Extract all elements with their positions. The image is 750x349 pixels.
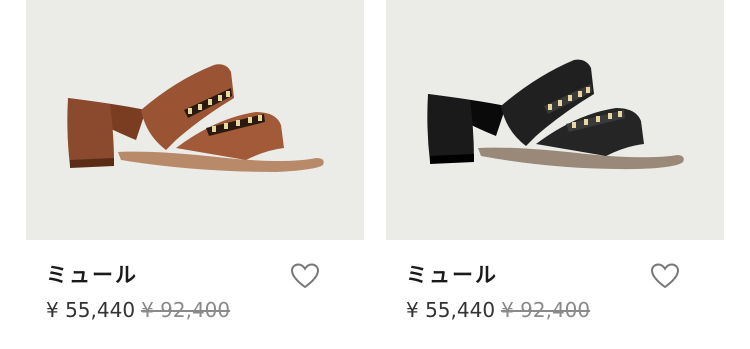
mule-sandal-image <box>427 59 684 170</box>
product-card[interactable]: ミュール ¥ 55,440 ¥ 92,400 <box>26 0 364 349</box>
mule-sandal-image <box>67 64 324 172</box>
heart-outline-icon[interactable] <box>650 262 680 290</box>
sale-price: ¥ 55,440 <box>406 298 496 322</box>
heart-outline-icon[interactable] <box>290 262 320 290</box>
original-price: ¥ 92,400 <box>141 298 231 322</box>
sale-price: ¥ 55,440 <box>46 298 136 322</box>
price-row: ¥ 55,440 ¥ 92,400 <box>406 298 590 322</box>
price-row: ¥ 55,440 ¥ 92,400 <box>46 298 230 322</box>
product-name[interactable]: ミュール <box>46 259 138 289</box>
product-image[interactable] <box>26 0 364 240</box>
product-image[interactable] <box>386 0 724 240</box>
original-price: ¥ 92,400 <box>501 298 591 322</box>
product-name[interactable]: ミュール <box>406 259 498 289</box>
product-card[interactable]: ミュール ¥ 55,440 ¥ 92,400 <box>386 0 724 349</box>
